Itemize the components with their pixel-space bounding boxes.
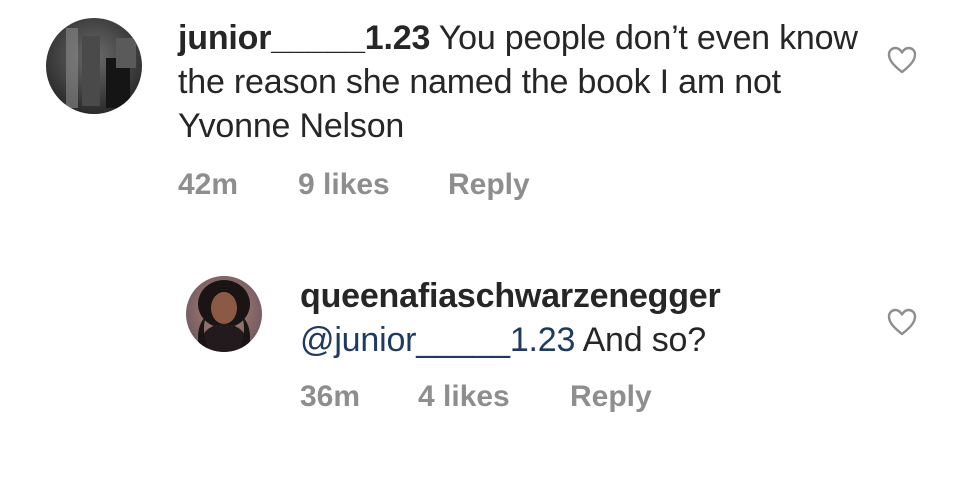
comment-text: queenafiaschwarzenegger @junior_____1.23 … (300, 274, 820, 362)
comment-meta: 42m 9 likes Reply (178, 168, 858, 202)
comment: junior_____1.23 You people don’t even kn… (46, 16, 858, 202)
comment-text: junior_____1.23 You people don’t even kn… (178, 16, 858, 148)
user-avatar-icon (186, 276, 262, 352)
comment-username[interactable]: queenafiaschwarzenegger (300, 277, 721, 315)
comment-likes[interactable]: 9 likes (298, 168, 448, 202)
comment-body: And so? (575, 321, 707, 359)
heart-icon[interactable] (887, 46, 917, 74)
comment-likes[interactable]: 4 likes (418, 380, 570, 414)
comment-username[interactable]: junior_____1.23 (178, 19, 430, 57)
avatar[interactable] (46, 18, 142, 114)
comment-time: 36m (300, 380, 361, 413)
avatar[interactable] (186, 276, 262, 352)
comment-time: 42m (178, 168, 239, 201)
comment-reply: queenafiaschwarzenegger @junior_____1.23 … (186, 274, 820, 414)
reply-button[interactable]: Reply (448, 168, 530, 202)
user-avatar-icon (46, 18, 142, 114)
heart-icon[interactable] (887, 308, 917, 336)
comment-meta: 36m 4 likes Reply (300, 380, 820, 414)
comment-mention[interactable]: @junior_____1.23 (300, 321, 575, 359)
reply-button[interactable]: Reply (570, 380, 652, 414)
